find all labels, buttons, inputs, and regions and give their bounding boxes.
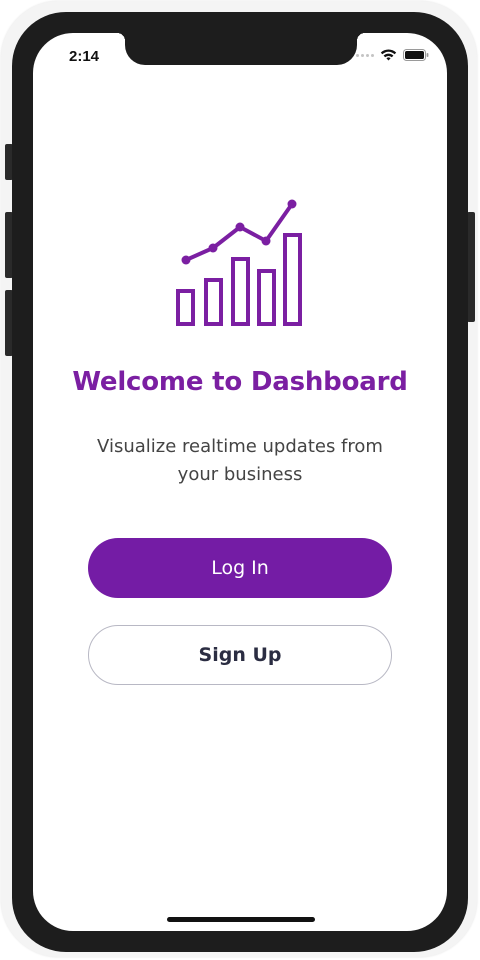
login-button[interactable]: Log In — [88, 538, 392, 598]
welcome-subtitle: Visualize realtime updates from your bus… — [97, 436, 383, 485]
welcome-title: Welcome to Dashboard — [72, 367, 408, 397]
signal-icon — [356, 53, 374, 57]
wifi-icon — [380, 49, 397, 61]
status-time: 2:14 — [69, 48, 100, 65]
battery-icon — [403, 49, 429, 61]
signup-button[interactable]: Sign Up — [88, 625, 392, 685]
phone-screen: 2:14 Welcome to Dashboard Visualize real… — [33, 33, 447, 931]
notch — [117, 33, 365, 65]
home-indicator — [167, 917, 315, 922]
power-button — [467, 212, 475, 322]
device-stage: 2:14 Welcome to Dashboard Visualize real… — [0, 0, 480, 960]
status-icons — [356, 49, 429, 61]
bar-line-chart-icon — [175, 197, 305, 327]
